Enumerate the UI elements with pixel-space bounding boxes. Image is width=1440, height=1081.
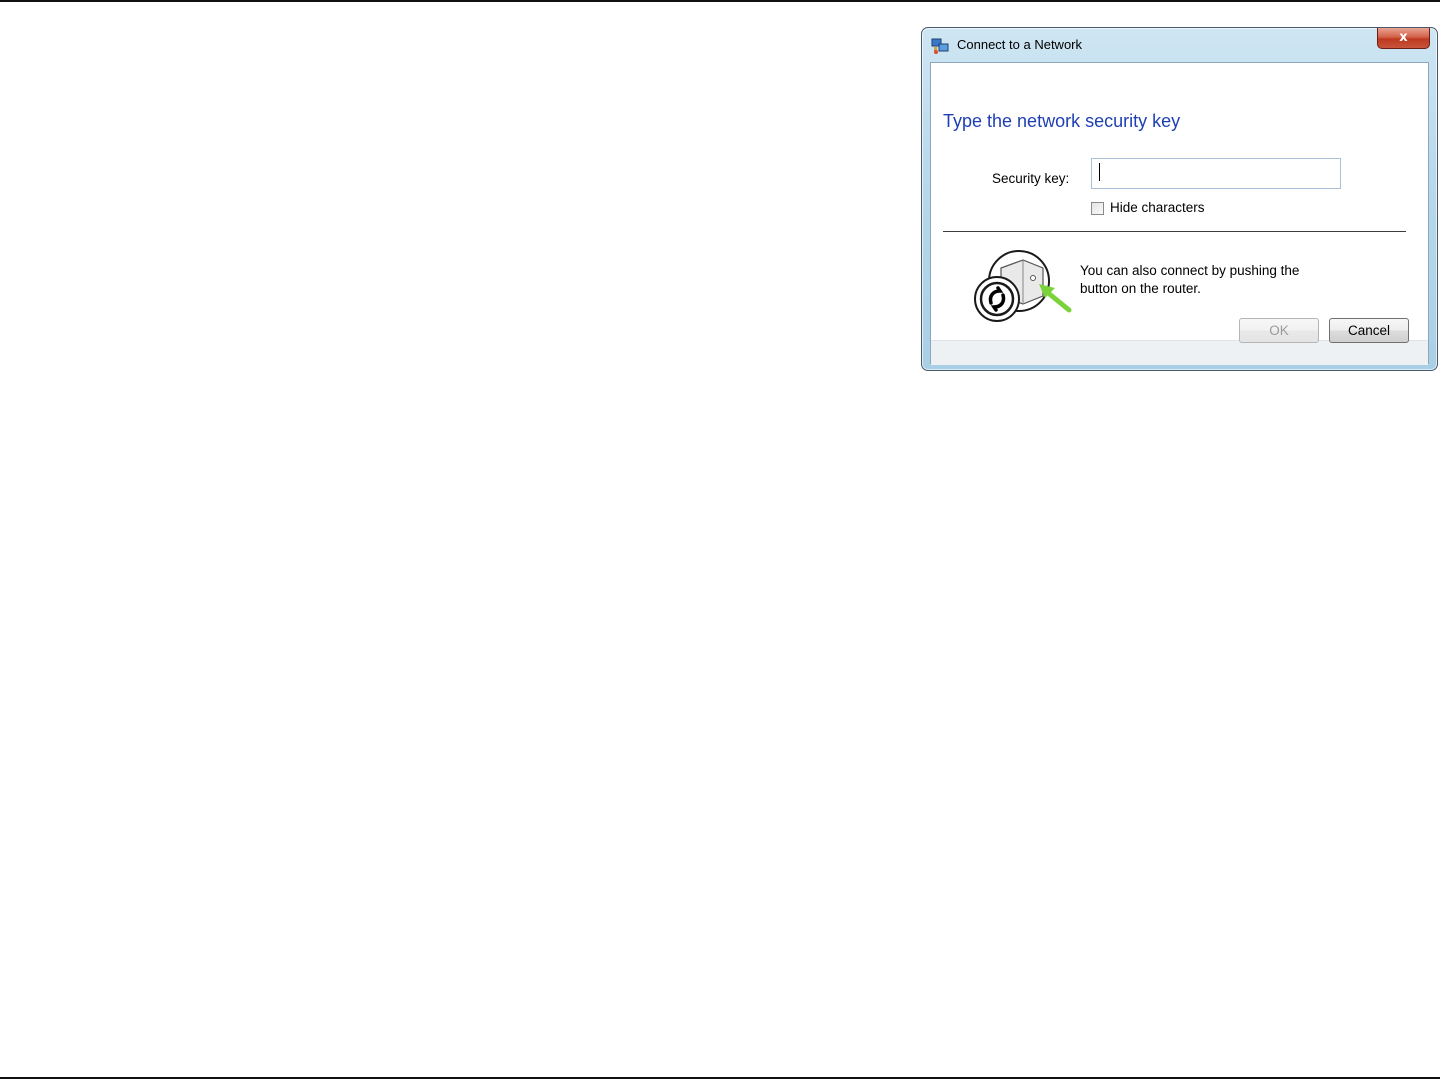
- section-divider: [943, 231, 1406, 232]
- dialog-footer: [931, 340, 1428, 365]
- router-push-button-icon: [971, 248, 1075, 324]
- text-caret: [1099, 163, 1100, 181]
- dialog-title: Connect to a Network: [957, 37, 1083, 52]
- connect-network-dialog: Connect to a Network x Type the network …: [921, 27, 1438, 371]
- hide-characters-label[interactable]: Hide characters: [1110, 200, 1205, 215]
- hide-characters-checkbox[interactable]: [1091, 202, 1104, 215]
- close-button[interactable]: x: [1377, 28, 1430, 49]
- security-key-input[interactable]: [1091, 158, 1341, 189]
- security-key-label: Security key:: [992, 171, 1070, 186]
- network-icon: [931, 37, 949, 55]
- page-bottom-rule: [0, 1077, 1440, 1079]
- close-icon: x: [1399, 30, 1408, 45]
- page-top-rule: [0, 0, 1440, 2]
- ok-button[interactable]: OK: [1239, 318, 1319, 343]
- cancel-button[interactable]: Cancel: [1329, 318, 1409, 343]
- dialog-titlebar[interactable]: Connect to a Network x: [922, 28, 1437, 61]
- wps-instruction-text: You can also connect by pushing the butt…: [1080, 263, 1300, 296]
- dialog-heading: Type the network security key: [943, 111, 1181, 131]
